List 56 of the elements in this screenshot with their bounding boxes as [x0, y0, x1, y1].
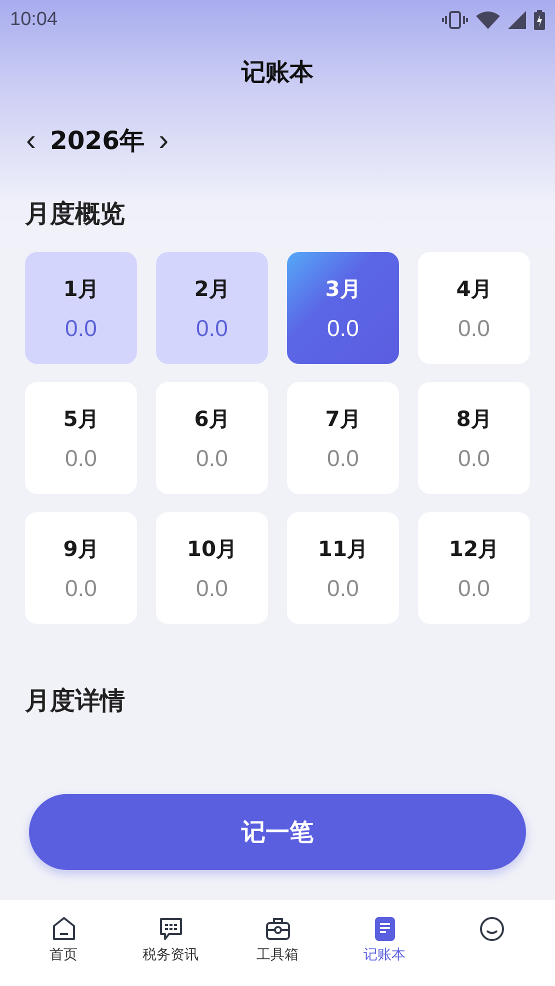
month-card[interactable]: 12月 0.0 [418, 512, 530, 624]
nav-tab[interactable]: 工具箱 [228, 916, 328, 964]
smile-icon [478, 916, 504, 942]
section-title: 月度详情 [24, 685, 126, 717]
section-title: 月度概览 [24, 198, 126, 230]
page-title: 记账本 [240, 57, 314, 88]
month-card[interactable]: 7月 0.0 [287, 382, 399, 494]
month-label: 9月 [63, 536, 99, 562]
month-label: 12月 [448, 536, 500, 562]
month-card[interactable]: 8月 0.0 [418, 382, 530, 494]
add-record-button[interactable]: 记一笔 [29, 794, 526, 870]
nav-tab[interactable]: 首页 [14, 916, 114, 964]
year-label: 2026年 [50, 125, 145, 157]
month-amount: 0.0 [458, 444, 490, 472]
month-label: 3月 [325, 276, 361, 302]
home-icon [50, 916, 76, 942]
message-icon [158, 916, 184, 942]
month-amount: 0.0 [327, 314, 359, 342]
month-label: 7月 [325, 406, 361, 432]
wifi-icon [476, 11, 500, 29]
nav-tab[interactable]: 税务资讯 [120, 916, 220, 964]
next-year-button[interactable]: › [154, 128, 173, 154]
month-label: 10月 [186, 536, 238, 562]
month-card[interactable]: 4月 0.0 [418, 252, 530, 364]
nav-tab[interactable]: 记账本 [334, 916, 434, 964]
month-card[interactable]: 9月 0.0 [25, 512, 137, 624]
signal-icon [508, 11, 526, 29]
status-time: 10:04 [10, 9, 58, 31]
month-card[interactable]: 10月 0.0 [156, 512, 268, 624]
month-card[interactable]: 3月 0.0 [287, 252, 399, 364]
month-card[interactable]: 5月 0.0 [25, 382, 137, 494]
month-label: 6月 [194, 406, 230, 432]
month-label: 11月 [318, 536, 368, 562]
month-card[interactable]: 2月 0.0 [156, 252, 268, 364]
month-label: 5月 [63, 406, 99, 432]
month-amount: 0.0 [458, 314, 490, 342]
month-card[interactable]: 1月 0.0 [25, 252, 137, 364]
month-label: 1月 [63, 276, 99, 302]
vibrate-icon [442, 11, 468, 29]
month-amount: 0.0 [65, 444, 97, 472]
month-amount: 0.0 [196, 444, 228, 472]
month-amount: 0.0 [196, 314, 228, 342]
battery-icon [534, 10, 545, 30]
month-label: 2月 [194, 276, 230, 302]
previous-year-button[interactable]: ‹ [22, 128, 40, 154]
month-amount: 0.0 [327, 574, 359, 602]
month-amount: 0.0 [327, 444, 359, 472]
month-amount: 0.0 [196, 574, 228, 602]
month-card[interactable]: 6月 0.0 [156, 382, 268, 494]
toolbox-icon [264, 916, 290, 942]
month-card[interactable]: 11月 0.0 [287, 512, 399, 624]
month-amount: 0.0 [65, 314, 97, 342]
month-label: 4月 [456, 276, 492, 302]
month-amount: 0.0 [65, 574, 97, 602]
month-label: 8月 [456, 406, 492, 432]
month-amount: 0.0 [458, 574, 490, 602]
